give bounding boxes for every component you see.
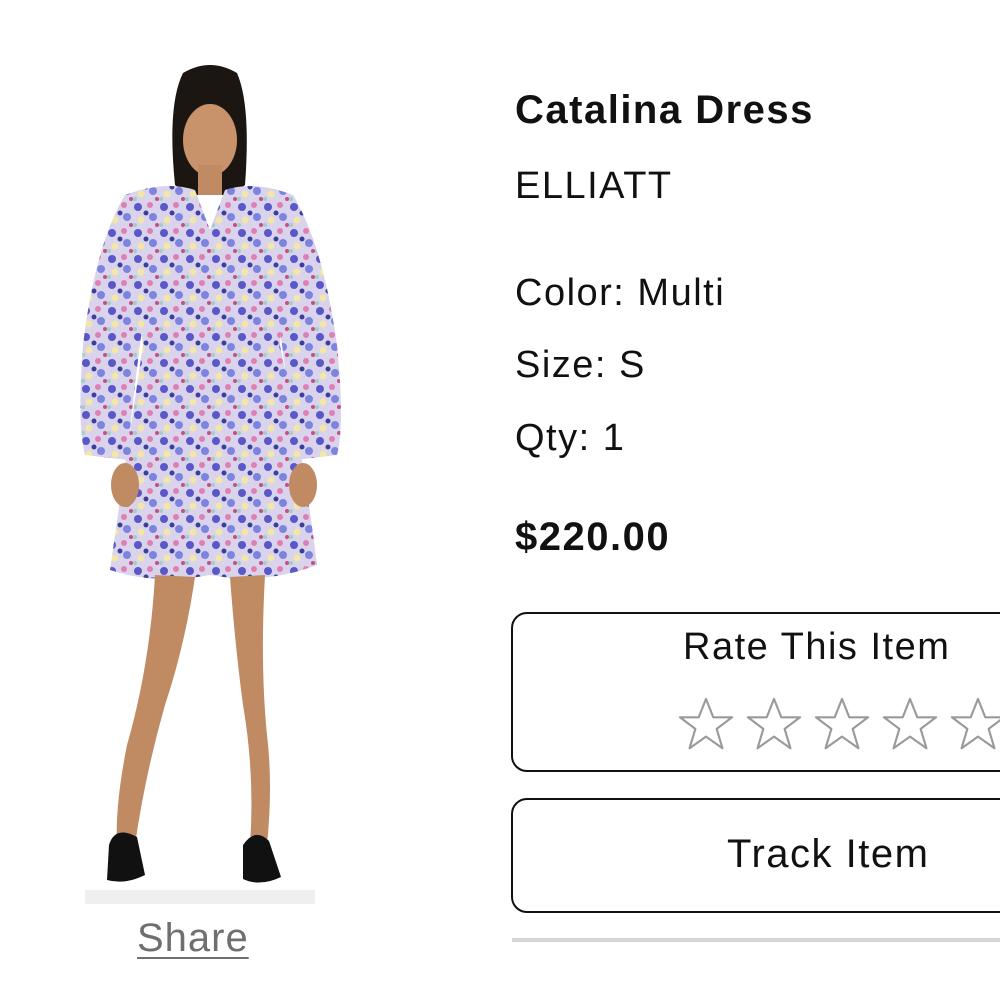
star-rating[interactable] xyxy=(677,696,1000,754)
product-qty: Qty: 1 xyxy=(515,417,626,459)
dress-photo-icon xyxy=(80,65,341,904)
rate-title: Rate This Item xyxy=(683,626,951,668)
product-color: Color: Multi xyxy=(515,272,726,314)
star-5-icon[interactable] xyxy=(949,696,1000,754)
product-image[interactable] xyxy=(55,45,365,915)
product-size: Size: S xyxy=(515,344,646,386)
star-2-icon[interactable] xyxy=(745,696,803,754)
rate-item-box: Rate This Item xyxy=(511,612,1000,772)
track-item-button[interactable]: Track Item xyxy=(511,798,1000,913)
star-4-icon[interactable] xyxy=(881,696,939,754)
share-link[interactable]: Share xyxy=(137,916,249,961)
product-brand: ELLIATT xyxy=(515,165,673,207)
star-1-icon[interactable] xyxy=(677,696,735,754)
product-price: $220.00 xyxy=(515,515,671,559)
divider xyxy=(512,938,1000,942)
star-3-icon[interactable] xyxy=(813,696,871,754)
product-title: Catalina Dress xyxy=(515,88,814,132)
track-item-label: Track Item xyxy=(727,832,930,876)
order-item-page: Share Catalina Dress ELLIATT Color: Mult… xyxy=(0,0,1000,1000)
